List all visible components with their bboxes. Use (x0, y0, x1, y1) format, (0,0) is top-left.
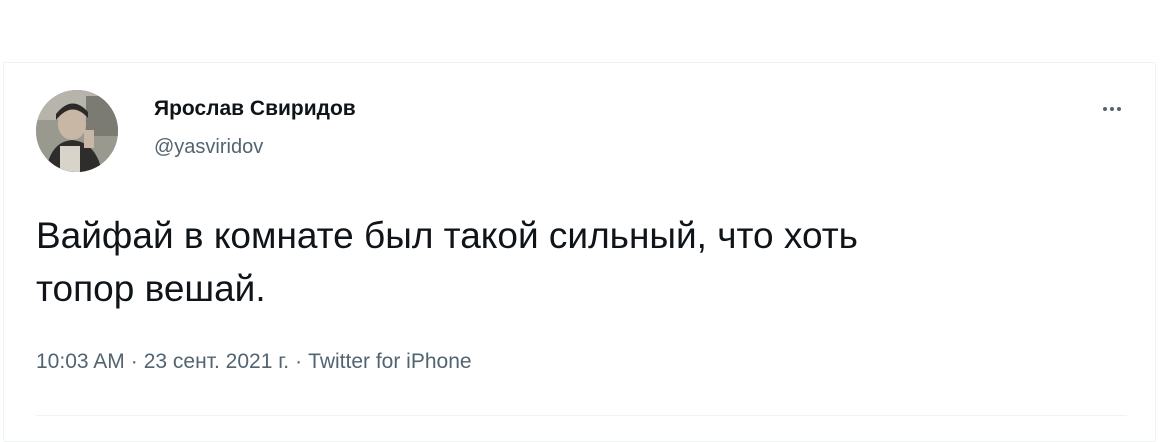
tweet-meta: 10:03 AM · 23 сент. 2021 г. · Twitter for iP… (36, 350, 472, 374)
author-handle[interactable]: @yasviridov (154, 136, 263, 159)
author-avatar[interactable] (36, 90, 118, 172)
more-options-button[interactable] (1097, 97, 1127, 121)
author-display-name[interactable]: Ярослав Свиридов (154, 97, 356, 121)
tweet-source-link[interactable]: Twitter for iPhone (308, 350, 471, 373)
divider (36, 415, 1127, 416)
meta-separator: · (295, 350, 303, 373)
tweet-time[interactable]: 10:03 AM (36, 350, 125, 373)
user-photo-avatar-icon (36, 90, 118, 172)
tweet-card: Ярослав Свиридов @yasviridov Вайфай в ко… (3, 62, 1156, 442)
tweet-text: Вайфай в комнате был такой сильный, что … (36, 215, 858, 309)
more-horizontal-icon (1103, 107, 1121, 111)
meta-separator: · (130, 350, 138, 373)
tweet-date[interactable]: 23 сент. 2021 г. (144, 350, 289, 373)
